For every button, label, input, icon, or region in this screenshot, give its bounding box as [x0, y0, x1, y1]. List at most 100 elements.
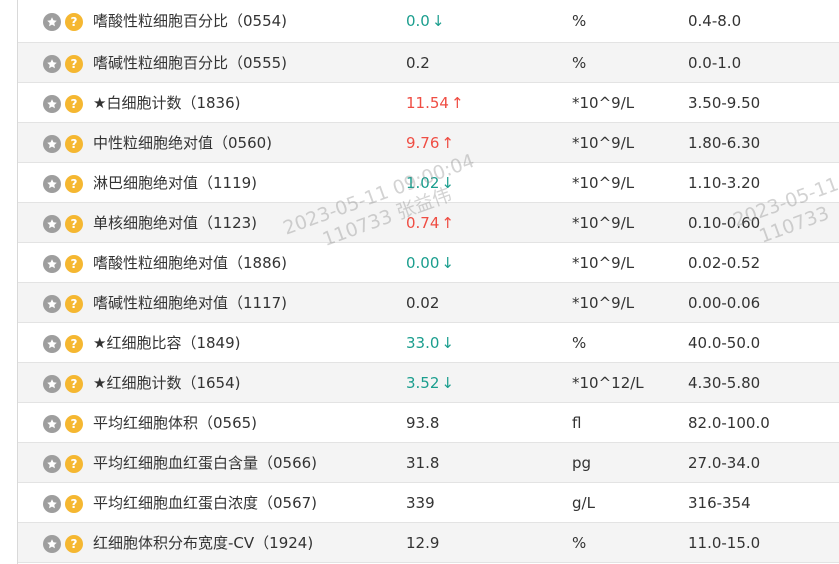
result-unit: % — [572, 12, 587, 30]
reference-range: 0.0-1.0 — [688, 54, 742, 72]
star-icon[interactable] — [43, 415, 61, 433]
help-icon[interactable]: ? — [65, 455, 83, 473]
test-name: ★红细胞计数（1654) — [93, 374, 241, 392]
result-unit: fl — [572, 414, 582, 432]
result-value-cell: 339 — [406, 493, 435, 513]
row-icons: ? — [43, 215, 83, 233]
result-value: 9.76 — [406, 134, 440, 152]
test-name: 平均红细胞血红蛋白浓度（0567) — [93, 494, 318, 512]
result-value-cell: 3.52 ↓ — [406, 373, 454, 393]
star-icon[interactable] — [43, 175, 61, 193]
star-icon[interactable] — [43, 375, 61, 393]
reference-range: 0.02-0.52 — [688, 254, 761, 272]
reference-range: 27.0-34.0 — [688, 454, 761, 472]
table-row: ? 淋巴细胞绝对值（1119) 1.02 ↓ *10^9/L 1.10-3.20 — [18, 163, 839, 203]
help-icon[interactable]: ? — [65, 135, 83, 153]
reference-range: 82.0-100.0 — [688, 414, 770, 432]
help-icon[interactable]: ? — [65, 495, 83, 513]
reference-range: 11.0-15.0 — [688, 534, 761, 552]
result-unit: *10^9/L — [572, 294, 635, 312]
arrow-up-icon: ↑ — [450, 94, 464, 112]
star-icon[interactable] — [43, 535, 61, 553]
result-value: 1.02 — [406, 174, 440, 192]
result-value: 93.8 — [406, 414, 440, 432]
star-icon[interactable] — [43, 95, 61, 113]
result-value: 11.54 — [406, 94, 449, 112]
result-value: 31.8 — [406, 454, 440, 472]
result-value: 33.0 — [406, 334, 440, 352]
result-value-cell: 12.9 — [406, 533, 439, 553]
star-icon[interactable] — [43, 135, 61, 153]
test-name: 嗜碱性粒细胞绝对值（1117) — [93, 294, 288, 312]
result-value: 0.00 — [406, 254, 440, 272]
reference-range: 316-354 — [688, 494, 751, 512]
help-icon[interactable]: ? — [65, 255, 83, 273]
help-icon[interactable]: ? — [65, 95, 83, 113]
reference-range: 0.00-0.06 — [688, 294, 761, 312]
table-row: ? 嗜酸性粒细胞百分比（0554) 0.0 ↓% 0.4-8.0 — [18, 0, 839, 43]
reference-range: 1.80-6.30 — [688, 134, 761, 152]
result-unit: % — [572, 334, 587, 352]
star-icon[interactable] — [43, 255, 61, 273]
result-value: 0.0 — [406, 12, 430, 30]
table-row: ? 单核细胞绝对值（1123) 0.74 ↑ *10^9/L 0.10-0.60 — [18, 203, 839, 243]
table-row: ? 嗜碱性粒细胞百分比（0555) 0.2% 0.0-1.0 — [18, 43, 839, 83]
test-name: 平均红细胞体积（0565) — [93, 414, 258, 432]
star-icon[interactable] — [43, 55, 61, 73]
arrow-down-icon: ↓ — [441, 174, 454, 192]
result-value-cell: 31.8 — [406, 453, 439, 473]
test-name: 嗜碱性粒细胞百分比（0555) — [93, 54, 288, 72]
test-name: 单核细胞绝对值（1123) — [93, 214, 258, 232]
help-icon[interactable]: ? — [65, 295, 83, 313]
result-value-cell: 11.54 ↑ — [406, 93, 464, 113]
result-unit: *10^9/L — [572, 214, 635, 232]
star-icon[interactable] — [43, 455, 61, 473]
result-value-cell: 1.02 ↓ — [406, 173, 454, 193]
test-name: 淋巴细胞绝对值（1119) — [93, 174, 258, 192]
help-icon[interactable]: ? — [65, 55, 83, 73]
arrow-down-icon: ↓ — [441, 374, 454, 392]
test-name: 嗜酸性粒细胞百分比（0554) — [93, 12, 288, 30]
row-icons: ? — [43, 415, 83, 433]
row-icons: ? — [43, 375, 83, 393]
reference-range: 40.0-50.0 — [688, 334, 761, 352]
help-icon[interactable]: ? — [65, 535, 83, 553]
reference-range: 3.50-9.50 — [688, 94, 761, 112]
help-icon[interactable]: ? — [65, 375, 83, 393]
help-icon[interactable]: ? — [65, 13, 83, 31]
result-unit: *10^9/L — [572, 174, 635, 192]
star-icon[interactable] — [43, 13, 61, 31]
star-icon[interactable] — [43, 295, 61, 313]
star-icon[interactable] — [43, 335, 61, 353]
test-name: 红细胞体积分布宽度-CV（1924) — [93, 534, 314, 552]
help-icon[interactable]: ? — [65, 175, 83, 193]
test-name: 平均红细胞血红蛋白含量（0566) — [93, 454, 318, 472]
result-value-cell: 0.02 — [406, 293, 439, 313]
table-row: ? ★红细胞比容（1849) 33.0 ↓% 40.0-50.0 — [18, 323, 839, 363]
result-unit: *10^9/L — [572, 134, 635, 152]
test-name: 嗜酸性粒细胞绝对值（1886) — [93, 254, 288, 272]
help-icon[interactable]: ? — [65, 335, 83, 353]
result-value-cell: 93.8 — [406, 413, 439, 433]
result-value-cell: 9.76 ↑ — [406, 133, 454, 153]
row-icons: ? — [43, 135, 83, 153]
star-icon[interactable] — [43, 215, 61, 233]
result-value: 12.9 — [406, 534, 440, 552]
table-row: ? 平均红细胞血红蛋白浓度（0567) 339 g/L 316-354 — [18, 483, 839, 523]
row-icons: ? — [43, 495, 83, 513]
table-row: ? 平均红细胞血红蛋白含量（0566) 31.8 pg 27.0-34.0 — [18, 443, 839, 483]
help-icon[interactable]: ? — [65, 415, 83, 433]
row-icons: ? — [43, 255, 83, 273]
row-icons: ? — [43, 13, 83, 31]
row-icons: ? — [43, 455, 83, 473]
lab-results-table: ? 嗜酸性粒细胞百分比（0554) 0.0 ↓% 0.4-8.0? 嗜碱性粒细胞百分比（0… — [18, 0, 839, 563]
row-icons: ? — [43, 535, 83, 553]
help-icon[interactable]: ? — [65, 215, 83, 233]
test-name: 中性粒细胞绝对值（0560) — [93, 134, 273, 152]
result-unit: g/L — [572, 494, 595, 512]
row-icons: ? — [43, 175, 83, 193]
reference-range: 0.4-8.0 — [688, 12, 742, 30]
table-row: ? ★白细胞计数（1836) 11.54 ↑ *10^9/L 3.50-9.50 — [18, 83, 839, 123]
table-row: ? 嗜碱性粒细胞绝对值（1117) 0.02 *10^9/L 0.00-0.06 — [18, 283, 839, 323]
star-icon[interactable] — [43, 495, 61, 513]
